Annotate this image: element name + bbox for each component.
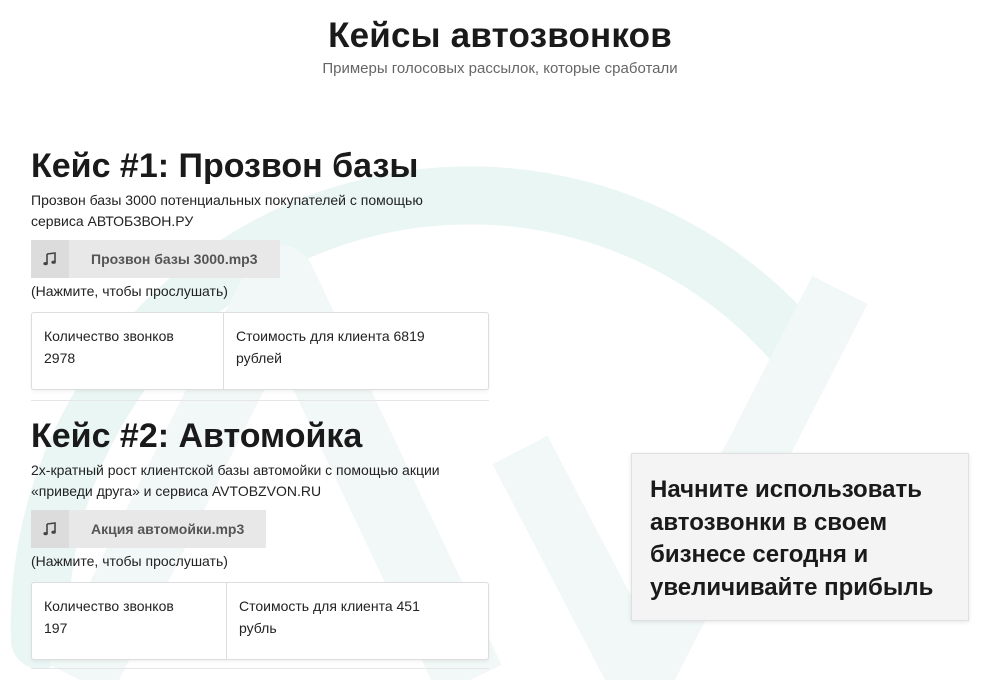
stat-calls-value: 197 — [44, 620, 68, 636]
stat-calls: Количество звонков 2978 — [32, 313, 223, 389]
play-hint: (Нажмите, чтобы прослушать) — [31, 283, 228, 299]
music-note-icon[interactable] — [31, 240, 69, 278]
stat-cost: Стоимость для клиента 6819 рублей — [223, 313, 488, 389]
stat-cost-label: Стоимость для клиента 6819 — [236, 328, 425, 344]
case-description: 2х-кратный рост клиентской базы автомойк… — [31, 462, 440, 499]
case-title: Кейс #2: Автомойка — [31, 417, 363, 455]
case-description: Прозвон базы 3000 потенциальных покупате… — [31, 192, 423, 229]
cta-box[interactable]: Начните использовать автозвонки в своем … — [631, 453, 969, 621]
case-card-2: Кейс #2: Автомойка 2х-кратный рост клиен… — [31, 416, 489, 660]
stat-cost-unit: рублей — [236, 350, 282, 366]
stat-calls-label: Количество звонков — [44, 328, 174, 344]
stat-cost-unit: рубль — [239, 620, 277, 636]
audio-player[interactable]: Прозвон базы 3000.mp3 — [31, 240, 280, 278]
stat-calls: Количество звонков 197 — [32, 583, 226, 659]
music-note-icon[interactable] — [31, 510, 69, 548]
cta-text: Начните использовать автозвонки в своем … — [650, 476, 934, 601]
stat-cost-label: Стоимость для клиента 451 — [239, 598, 420, 614]
play-hint: (Нажмите, чтобы прослушать) — [31, 553, 228, 569]
page-header: Кейсы автозвонков Примеры голосовых расс… — [0, 14, 1000, 79]
audio-filename[interactable]: Прозвон базы 3000.mp3 — [69, 251, 280, 267]
stats-table: Количество звонков 2978 Стоимость для кл… — [31, 312, 489, 390]
stat-calls-label: Количество звонков — [44, 598, 174, 614]
stat-calls-value: 2978 — [44, 350, 76, 366]
page-title: Кейсы автозвонков — [328, 16, 672, 55]
audio-filename[interactable]: Акция автомойки.mp3 — [69, 521, 266, 537]
stat-cost: Стоимость для клиента 451 рубль — [226, 583, 488, 659]
page-subtitle: Примеры голосовых рассылок, которые сраб… — [322, 60, 678, 77]
case-card-1: Кейс #1: Прозвон базы Прозвон базы 3000 … — [31, 146, 489, 390]
case-divider — [31, 400, 489, 401]
case-divider — [31, 668, 489, 669]
stats-table: Количество звонков 197 Стоимость для кли… — [31, 582, 489, 660]
audio-player[interactable]: Акция автомойки.mp3 — [31, 510, 267, 548]
case-title: Кейс #1: Прозвон базы — [31, 147, 419, 185]
